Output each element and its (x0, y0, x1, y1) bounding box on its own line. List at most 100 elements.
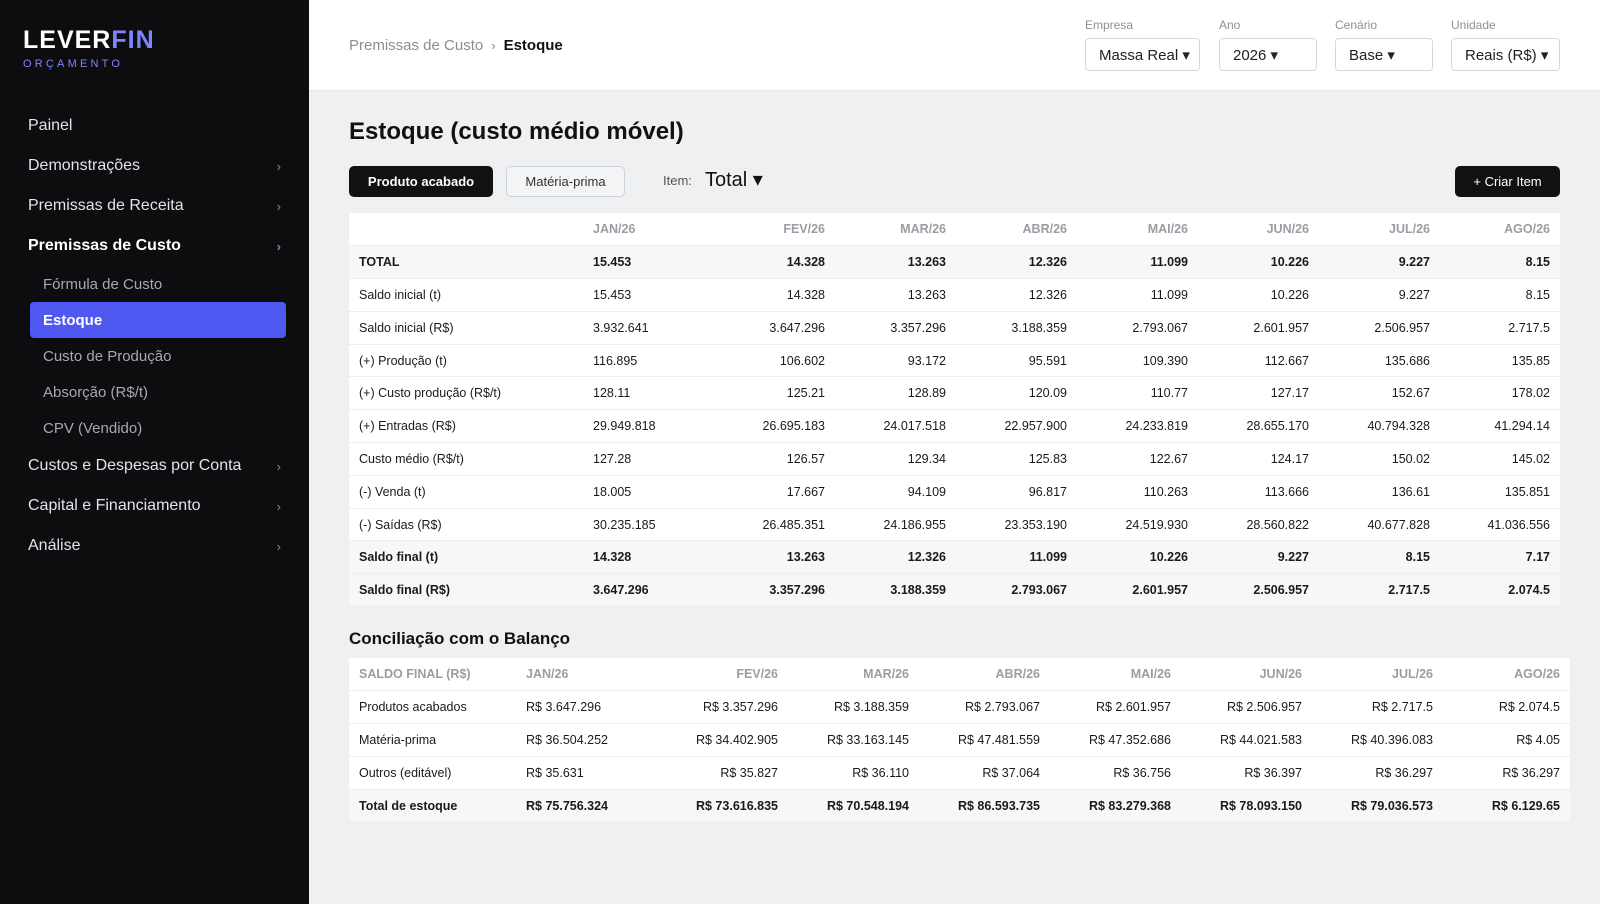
sidebar-item-custos-despesas[interactable]: Custos e Despesas por Conta › (0, 446, 309, 486)
table-cell: 110.263 (1077, 475, 1198, 509)
chevron-right-icon: › (276, 198, 281, 214)
table-cell: 3.188.359 (835, 573, 956, 608)
brand-name: LEVERFIN (23, 26, 155, 54)
table-cell: 109.390 (1077, 344, 1198, 378)
sidebar-subitem-cpv[interactable]: CPV (Vendido) (0, 410, 309, 446)
table-cell: R$ 37.064 (919, 756, 1050, 790)
table-cell: 15.453 (593, 278, 714, 312)
table-cell: 95.591 (956, 344, 1077, 378)
sidebar-subitem-formula-custo[interactable]: Fórmula de Custo (0, 266, 309, 302)
row-label: Saldo inicial (t) (349, 278, 593, 312)
table-cell: 127.17 (1198, 376, 1319, 411)
table-cell: 24.233.819 (1077, 409, 1198, 444)
sidebar-item-capital-financiamento[interactable]: Capital e Financiamento › (0, 486, 309, 526)
table-cell: R$ 83.279.368 (1050, 789, 1181, 823)
sidebar-subitem-estoque[interactable]: Estoque (30, 302, 286, 338)
table-cell: 7.17 (1440, 540, 1560, 575)
table-cell: 10.226 (1198, 245, 1319, 280)
row-label: (-) Saídas (R$) (349, 508, 593, 542)
table-cell: 15.453 (593, 245, 714, 280)
brand-subtitle: ORÇAMENTO (23, 58, 124, 70)
row-label: Custo médio (R$/t) (349, 442, 593, 476)
sidebar-subitem-absorcao[interactable]: Absorção (R$/t) (0, 374, 309, 410)
table-cell: 12.326 (835, 540, 956, 575)
brand-logo[interactable]: LEVERFIN ORÇAMENTO (23, 26, 155, 70)
column-header: ABR/26 (956, 213, 1077, 247)
table-row: (+) Custo produção (R$/t) 128.11 125.21 128… (349, 376, 1560, 411)
table-cell: 3.647.296 (593, 573, 714, 608)
sidebar-item-painel[interactable]: Painel (0, 106, 309, 146)
breadcrumb-parent[interactable]: Premissas de Custo (349, 37, 483, 54)
table-cell: 2.793.067 (956, 573, 1077, 608)
row-label: (+) Produção (t) (349, 344, 593, 378)
table-cell: 93.172 (835, 344, 956, 378)
table-cell: 135.851 (1440, 475, 1560, 509)
table-cell: 8.15 (1319, 540, 1440, 575)
column-header (349, 213, 593, 247)
table-cell: 145.02 (1440, 442, 1560, 476)
table-cell: R$ 79.036.573 (1312, 789, 1443, 823)
tab-materia-prima[interactable]: Matéria-prima (506, 166, 625, 197)
sidebar-item-analise[interactable]: Análise › (0, 526, 309, 566)
table-cell: 110.77 (1077, 376, 1198, 411)
table-cell: 30.235.185 (593, 508, 714, 542)
filter-label: Unidade (1451, 18, 1496, 32)
table-cell: R$ 3.357.296 (657, 690, 788, 725)
table-cell: R$ 36.110 (788, 756, 919, 790)
table-cell: 2.601.957 (1198, 311, 1319, 345)
table-row: Saldo final (R$) 3.647.296 3.357.296 3.188.… (349, 573, 1560, 608)
table-cell: 41.294.14 (1440, 409, 1560, 444)
tab-produto-acabado[interactable]: Produto acabado (349, 166, 493, 197)
table-cell: R$ 36.397 (1181, 756, 1312, 790)
table-cell: 96.817 (956, 475, 1077, 509)
table-cell: 10.226 (1077, 540, 1198, 575)
sidebar-item-demonstracoes[interactable]: Demonstrações › (0, 146, 309, 186)
table-cell: R$ 35.827 (657, 756, 788, 790)
item-select[interactable]: Total ▾ (705, 167, 763, 192)
table-cell: 14.328 (714, 245, 835, 280)
table-cell: R$ 34.402.905 (657, 723, 788, 757)
column-header: SALDO FINAL (R$) (349, 658, 526, 692)
table-cell: R$ 73.616.835 (657, 789, 788, 823)
table-cell: 178.02 (1440, 376, 1560, 411)
filter-cenario: Cenário Base ▾ (1335, 18, 1433, 71)
filter-label: Ano (1219, 18, 1241, 32)
filter-label: Empresa (1085, 18, 1134, 32)
top-header: Premissas de Custo › Estoque Empresa Mas… (309, 0, 1600, 91)
filter-label: Cenário (1335, 18, 1378, 32)
table-cell: 136.61 (1319, 475, 1440, 509)
table-cell: R$ 36.504.252 (526, 723, 657, 757)
table-cell: R$ 78.093.150 (1181, 789, 1312, 823)
table-cell: 126.57 (714, 442, 835, 476)
table-row: (+) Produção (t) 116.895 106.602 93.172 95.5… (349, 344, 1560, 378)
table-cell: 8.15 (1440, 245, 1560, 280)
table-cell: 28.560.822 (1198, 508, 1319, 542)
column-header: MAI/26 (1077, 213, 1198, 247)
column-header: MAR/26 (835, 213, 956, 247)
column-header: JAN/26 (526, 658, 657, 692)
row-label: Total de estoque (349, 789, 526, 823)
sidebar-subitem-custo-producao[interactable]: Custo de Produção (0, 338, 309, 374)
table-cell: R$ 2.717.5 (1312, 690, 1443, 725)
sidebar-item-label: Painel (28, 117, 73, 134)
column-header: JAN/26 (593, 213, 714, 247)
table-cell: 13.263 (835, 245, 956, 280)
create-item-button[interactable]: + Criar Item (1455, 166, 1560, 197)
table-cell: 3.188.359 (956, 311, 1077, 345)
table-cell: 122.67 (1077, 442, 1198, 476)
breadcrumb-current: Estoque (503, 37, 563, 54)
column-header: FEV/26 (657, 658, 788, 692)
table-cell: 24.186.955 (835, 508, 956, 542)
table-row: Saldo inicial (R$) 3.932.641 3.647.296 3.35… (349, 311, 1560, 345)
table-cell: 2.074.5 (1440, 573, 1560, 608)
table-cell: 135.686 (1319, 344, 1440, 378)
unidade-select[interactable]: Reais (R$) ▾ (1451, 38, 1560, 71)
table-cell: 116.895 (593, 344, 714, 378)
ano-select[interactable]: 2026 ▾ (1219, 38, 1317, 71)
sidebar-item-premissas-receita[interactable]: Premissas de Receita › (0, 186, 309, 226)
chevron-right-icon: › (276, 238, 281, 254)
sidebar-item-premissas-custo[interactable]: Premissas de Custo › (0, 226, 309, 266)
cenario-select[interactable]: Base ▾ (1335, 38, 1433, 71)
table-cell: R$ 2.601.957 (1050, 690, 1181, 725)
empresa-select[interactable]: Massa Real ▾ (1085, 38, 1200, 71)
